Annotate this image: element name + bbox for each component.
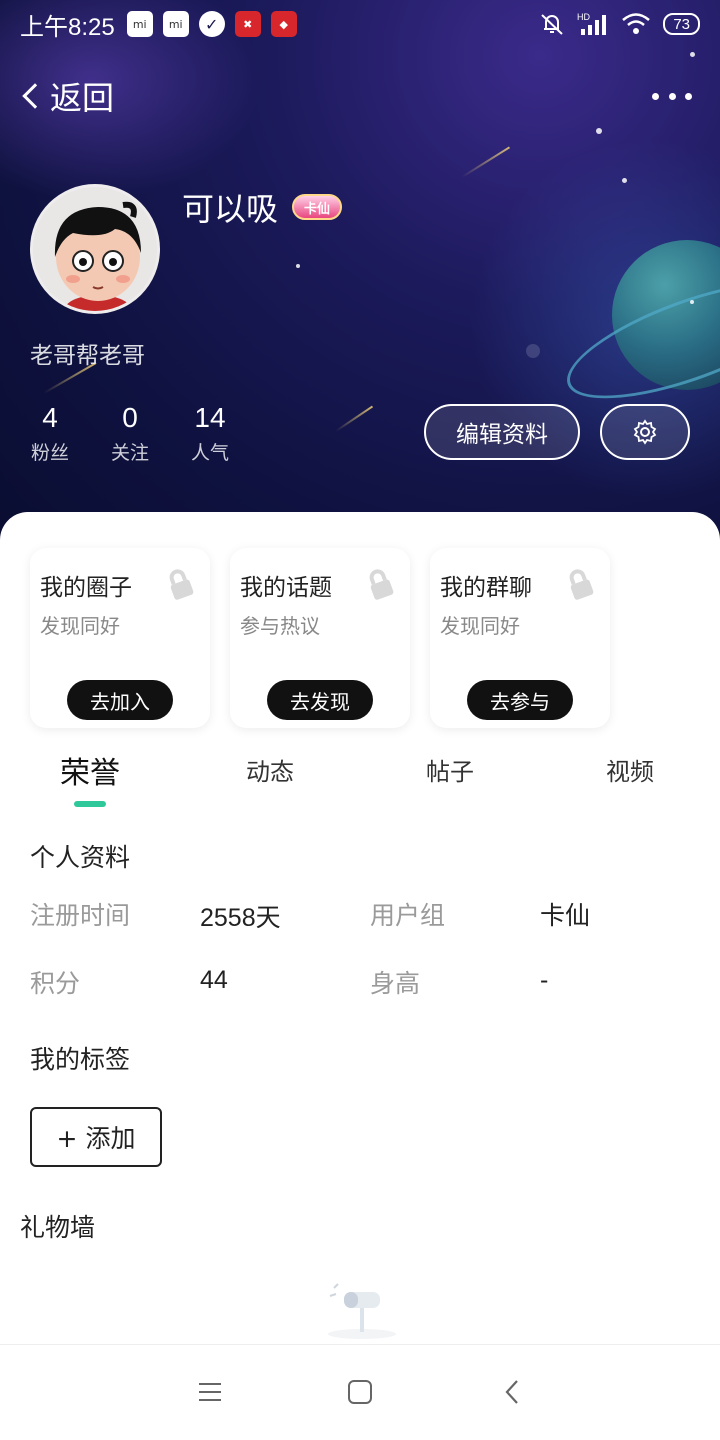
status-bar: 上午8:25 mi mi ✓ ✖ ◆ HD 73 bbox=[0, 0, 720, 48]
mute-icon bbox=[541, 14, 564, 35]
nav-home-button[interactable] bbox=[342, 1374, 378, 1410]
add-tag-button[interactable]: + 添加 bbox=[30, 1107, 162, 1167]
info-label-register-time: 注册时间 bbox=[30, 901, 131, 930]
discover-topics-button[interactable]: 去发现 bbox=[267, 680, 373, 720]
personal-info-title: 个人资料 bbox=[30, 843, 131, 872]
more-dots-icon bbox=[652, 92, 659, 100]
home-square-icon bbox=[348, 1380, 372, 1404]
stat-value: 14 bbox=[194, 402, 226, 433]
user-group-badge: 卡仙 bbox=[292, 194, 343, 220]
info-value-points: 44 bbox=[200, 966, 228, 994]
chevron-left-icon bbox=[22, 83, 48, 109]
stat-value: 0 bbox=[122, 402, 138, 433]
stat-fans[interactable]: 4 粉丝 bbox=[10, 402, 90, 465]
lock-icon bbox=[369, 569, 394, 600]
tab-videos[interactable]: 视频 bbox=[570, 752, 690, 787]
more-options-button[interactable] bbox=[652, 84, 692, 108]
join-circle-button[interactable]: 去加入 bbox=[67, 680, 173, 720]
gear-icon bbox=[633, 419, 657, 445]
app-badge-icon: ◆ bbox=[270, 11, 297, 37]
avatar[interactable] bbox=[30, 184, 160, 314]
wifi-icon bbox=[622, 13, 651, 34]
card-subtitle: 参与热议 bbox=[240, 614, 320, 638]
info-label-user-group: 用户组 bbox=[370, 901, 446, 930]
info-label-points: 积分 bbox=[30, 969, 81, 998]
lock-icon bbox=[569, 569, 594, 600]
svg-text:HD: HD bbox=[577, 12, 590, 22]
status-time: 上午8:25 bbox=[20, 13, 115, 41]
tab-posts[interactable]: 帖子 bbox=[390, 752, 510, 787]
empty-mailbox-icon bbox=[328, 1283, 396, 1339]
stat-label: 粉丝 bbox=[30, 442, 69, 464]
gift-wall-title: 礼物墙 bbox=[20, 1213, 96, 1242]
back-label: 返回 bbox=[50, 79, 115, 117]
card-subtitle: 发现同好 bbox=[440, 614, 520, 638]
app-badge-icon: ✖ bbox=[234, 11, 261, 37]
battery-icon: 73 bbox=[663, 13, 700, 35]
card-my-topics[interactable]: 我的话题 参与热议 去发现 bbox=[230, 548, 410, 728]
username: 可以吸 bbox=[182, 190, 279, 228]
info-value-user-group: 卡仙 bbox=[540, 902, 591, 930]
stat-following[interactable]: 0 关注 bbox=[90, 402, 170, 465]
settings-button[interactable] bbox=[600, 404, 690, 460]
mi-icon: mi bbox=[126, 11, 153, 37]
card-subtitle: 发现同好 bbox=[40, 614, 120, 638]
info-value-register-time: 2558天 bbox=[200, 904, 281, 932]
edit-profile-button[interactable]: 编辑资料 bbox=[424, 404, 580, 460]
hd-signal-icon: HD bbox=[577, 12, 607, 35]
username-row: 可以吸 卡仙 bbox=[182, 184, 343, 230]
stat-popularity[interactable]: 14 人气 bbox=[170, 402, 250, 465]
my-tags-title: 我的标签 bbox=[30, 1045, 131, 1074]
back-chevron-icon bbox=[505, 1380, 518, 1404]
nav-back-button[interactable] bbox=[494, 1374, 530, 1410]
active-tab-indicator bbox=[74, 801, 106, 807]
back-button[interactable]: 返回 bbox=[18, 74, 114, 118]
join-group-chat-button[interactable]: 去参与 bbox=[467, 680, 573, 720]
info-value-height: - bbox=[540, 966, 549, 994]
info-label-height: 身高 bbox=[370, 969, 421, 998]
lock-icon bbox=[169, 569, 194, 600]
tab-honors[interactable]: 荣誉 bbox=[30, 748, 150, 792]
card-my-circle[interactable]: 我的圈子 发现同好 去加入 bbox=[30, 548, 210, 728]
menu-icon bbox=[199, 1383, 221, 1401]
check-circle-icon: ✓ bbox=[198, 11, 225, 37]
stat-label: 人气 bbox=[190, 442, 229, 464]
stat-value: 4 bbox=[42, 402, 58, 433]
stat-label: 关注 bbox=[110, 442, 149, 464]
card-my-group-chats[interactable]: 我的群聊 发现同好 去参与 bbox=[430, 548, 610, 728]
user-signature: 老哥帮老哥 bbox=[30, 343, 145, 369]
mi-icon: mi bbox=[162, 11, 189, 37]
tab-activity[interactable]: 动态 bbox=[210, 752, 330, 787]
nav-menu-button[interactable] bbox=[192, 1374, 228, 1410]
